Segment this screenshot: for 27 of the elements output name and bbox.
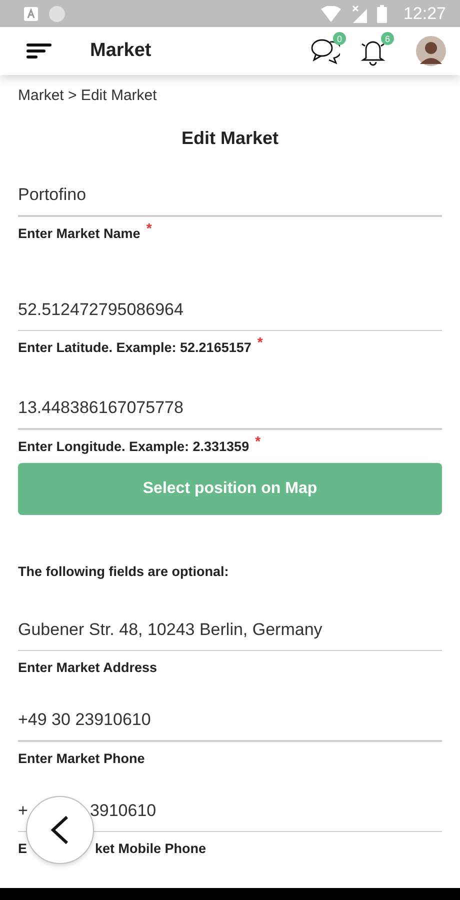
input-field[interactable]: 13.448386167075778 Enter Longitude. Example: 2.331359 * (18, 398, 442, 454)
required-mark: * (255, 432, 261, 448)
circle-icon (48, 4, 66, 22)
input-field[interactable]: Portofino Enter Market Name * (18, 185, 442, 242)
required-mark: * (146, 220, 152, 236)
chevron-left-icon (49, 815, 71, 845)
input-field[interactable]: 52.512472795086964 Enter Latitude. Example: 52.2165157 * (18, 300, 442, 356)
message-count: 0 (333, 32, 346, 45)
status-time: 12:27 (403, 4, 446, 24)
app-icon (24, 6, 38, 20)
input-field[interactable]: +49 30 23910610 Enter Market Phone (18, 710, 442, 766)
field-value: 3910610 (90, 800, 156, 820)
optional-note: The following fields are optional: (18, 564, 230, 578)
field-value: + (18, 800, 28, 820)
wifi-icon (321, 6, 342, 22)
input-field[interactable]: Gubener Str. 48, 10243 Berlin, Germany Enter Market Address (18, 620, 442, 676)
field-label: ket Mobile Phone (95, 841, 206, 857)
notification-count: 6 (381, 32, 394, 45)
header-title: Market (90, 40, 152, 62)
battery-icon (377, 4, 388, 22)
field-label: E (18, 841, 28, 857)
avatar[interactable] (416, 36, 446, 66)
menu-icon[interactable] (26, 43, 52, 59)
signal-icon (351, 4, 368, 22)
required-mark: * (257, 334, 263, 350)
page-title: Edit Market (181, 128, 279, 149)
breadcrumb[interactable]: Market > Edit Market (18, 87, 442, 104)
